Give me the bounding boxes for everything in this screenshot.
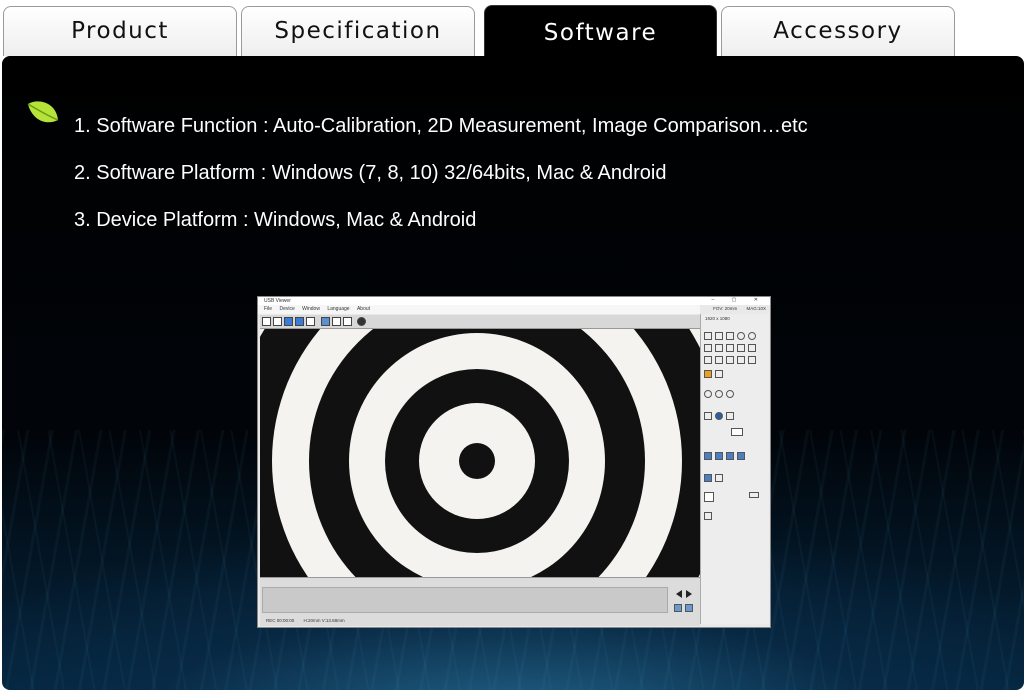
zoom-out-icon — [726, 390, 734, 398]
feature-list: 1. Software Function : Auto-Calibration,… — [74, 114, 808, 255]
tab-accessory-label: Accessory — [773, 17, 903, 44]
undo-icon — [737, 356, 745, 364]
app-menu-about: About — [356, 306, 371, 312]
target-image — [260, 329, 700, 577]
brush-icon — [715, 370, 723, 378]
size-field — [731, 428, 743, 436]
angle-tool-icon — [704, 344, 712, 352]
zoom-in-icon — [715, 390, 723, 398]
circle2-tool-icon — [748, 332, 756, 340]
software-panel: 1. Software Function : Auto-Calibration,… — [2, 56, 1024, 690]
app-statusbar: REC 00:00:00 H:20mm V:13.68mm — [266, 618, 353, 623]
timer-icon — [332, 317, 341, 326]
compare-icon — [306, 317, 315, 326]
image-icon — [321, 317, 330, 326]
pen-tool-icon — [704, 356, 712, 364]
gallery-icon — [715, 452, 723, 460]
import-icon — [737, 452, 745, 460]
thumbnail-box — [704, 492, 714, 502]
diamond-tool-icon — [726, 332, 734, 340]
fov-size: H:20mm V:13.68mm — [303, 618, 345, 623]
thumbnail-strip — [262, 587, 668, 613]
feature-software-platform: 2. Software Platform : Windows (7, 8, 10… — [74, 162, 667, 184]
tab-specification-label: Specification — [274, 17, 442, 44]
tab-software[interactable]: Software — [484, 5, 717, 61]
app-mag: MAG:10X — [746, 306, 766, 311]
app-info: FOV: 20mm MAG:10X — [705, 306, 766, 311]
export-icon — [726, 452, 734, 460]
line-tool-icon — [704, 332, 712, 340]
app-fov: FOV: 20mm — [713, 306, 738, 311]
grid-tool-icon — [737, 344, 745, 352]
eraser-tool-icon — [726, 356, 734, 364]
app-menu-language: Language — [327, 306, 350, 312]
arc-tool-icon — [748, 344, 756, 352]
window-controls-icon: – ▢ ✕ — [711, 297, 766, 303]
opacity-field — [749, 492, 759, 498]
next-arrow-icon — [686, 590, 692, 598]
check-icon — [726, 412, 734, 420]
app-toolbar — [260, 315, 700, 329]
feature-software-function: 1. Software Function : Auto-Calibration,… — [74, 115, 808, 137]
save-image-icon — [674, 604, 682, 612]
app-menubar: File Device Window Language About — [258, 305, 700, 314]
compare-image-icon — [704, 474, 712, 482]
app-menu-window: Window — [302, 306, 320, 312]
leaf-icon — [27, 101, 59, 123]
delete-image-icon — [685, 604, 693, 612]
zoom-reset-icon — [704, 390, 712, 398]
settings-icon — [357, 317, 366, 326]
prev-arrow-icon — [676, 590, 682, 598]
pointer-icon — [262, 317, 271, 326]
rec-time: REC 00:00:00 — [266, 618, 295, 623]
feature-device-platform: 3. Device Platform : Windows, Mac & Andr… — [74, 209, 477, 231]
circle-tool-icon — [737, 332, 745, 340]
line-icon — [343, 317, 352, 326]
pencil-tool-icon — [715, 356, 723, 364]
folder-icon — [715, 474, 723, 482]
capture-icon — [704, 452, 712, 460]
app-side-panel: 1920 x 1080 — [700, 314, 769, 624]
fit-icon — [273, 317, 282, 326]
tab-product-label: Product — [71, 17, 169, 44]
app-title: USB Viewer — [264, 298, 291, 304]
camera-icon — [284, 317, 293, 326]
video-icon — [295, 317, 304, 326]
app-bottom-panel: REC 00:00:00 H:20mm V:13.68mm — [260, 577, 700, 626]
tab-accessory[interactable]: Accessory — [721, 6, 955, 56]
app-menu-file: File — [264, 306, 273, 312]
software-screenshot: USB Viewer – ▢ ✕ File Device Window Lang… — [257, 296, 771, 628]
tab-software-label: Software — [543, 19, 658, 46]
adjust-icon — [704, 512, 712, 520]
nav-controls — [672, 588, 696, 622]
microscope-view — [260, 329, 700, 577]
line-style-icon — [704, 412, 712, 420]
radius-tool-icon — [715, 344, 723, 352]
redo-icon — [748, 356, 756, 364]
tab-product[interactable]: Product — [3, 6, 237, 56]
tab-bar: Product Specification Software Accessory — [0, 0, 1026, 61]
app-menu-device: Device — [279, 306, 295, 312]
rect-tool-icon — [715, 332, 723, 340]
color-dot-icon — [715, 412, 723, 420]
polyline-tool-icon — [726, 344, 734, 352]
app-titlebar: USB Viewer – ▢ ✕ — [258, 297, 770, 305]
tab-specification[interactable]: Specification — [241, 6, 475, 56]
palette-icon — [704, 370, 712, 378]
app-resolution: 1920 x 1080 — [705, 316, 730, 321]
